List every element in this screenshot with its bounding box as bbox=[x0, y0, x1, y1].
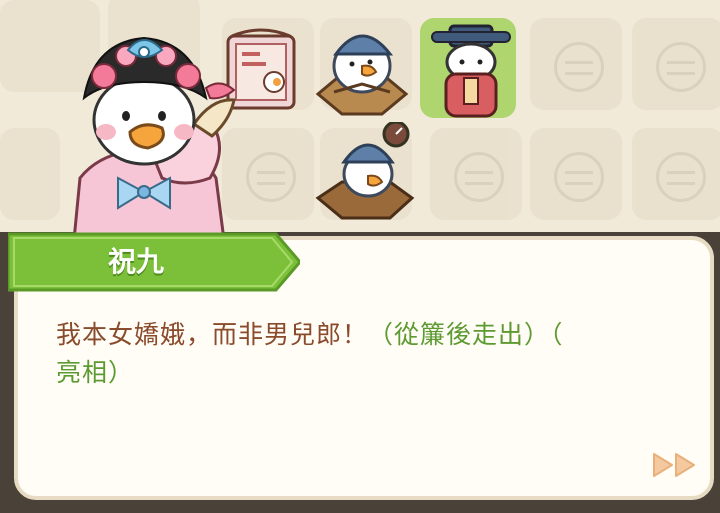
item-slot[interactable] bbox=[530, 128, 622, 220]
drum-icon bbox=[656, 42, 706, 92]
scholar-duck-reading-icon[interactable] bbox=[312, 14, 412, 122]
bundled-scrolls-icon[interactable] bbox=[312, 122, 416, 226]
item-slot[interactable] bbox=[632, 128, 720, 220]
dialog-line-main: 我本女嬌娥，而非男兒郎！ bbox=[56, 320, 369, 349]
drum-icon bbox=[454, 152, 504, 202]
official-duck-icon[interactable] bbox=[424, 18, 518, 122]
item-slot[interactable] bbox=[530, 18, 622, 110]
drum-icon bbox=[554, 152, 604, 202]
fast-forward-icon[interactable] bbox=[652, 450, 698, 480]
dialog-stage-direction: （從簾後走出） bbox=[368, 320, 551, 349]
item-slot[interactable] bbox=[430, 128, 522, 220]
dialog-stage-direction: （ bbox=[550, 320, 564, 349]
item-slot[interactable] bbox=[632, 18, 720, 110]
speaker-name: 祝九 bbox=[108, 245, 165, 278]
drum-icon bbox=[656, 152, 706, 202]
drum-icon bbox=[554, 42, 604, 92]
dialog-stage-direction: 亮相） bbox=[56, 358, 135, 387]
dialog-text: 我本女嬌娥，而非男兒郎！（從簾後走出）（ 亮相） bbox=[56, 316, 686, 392]
opera-duck-portrait bbox=[72, 36, 236, 240]
